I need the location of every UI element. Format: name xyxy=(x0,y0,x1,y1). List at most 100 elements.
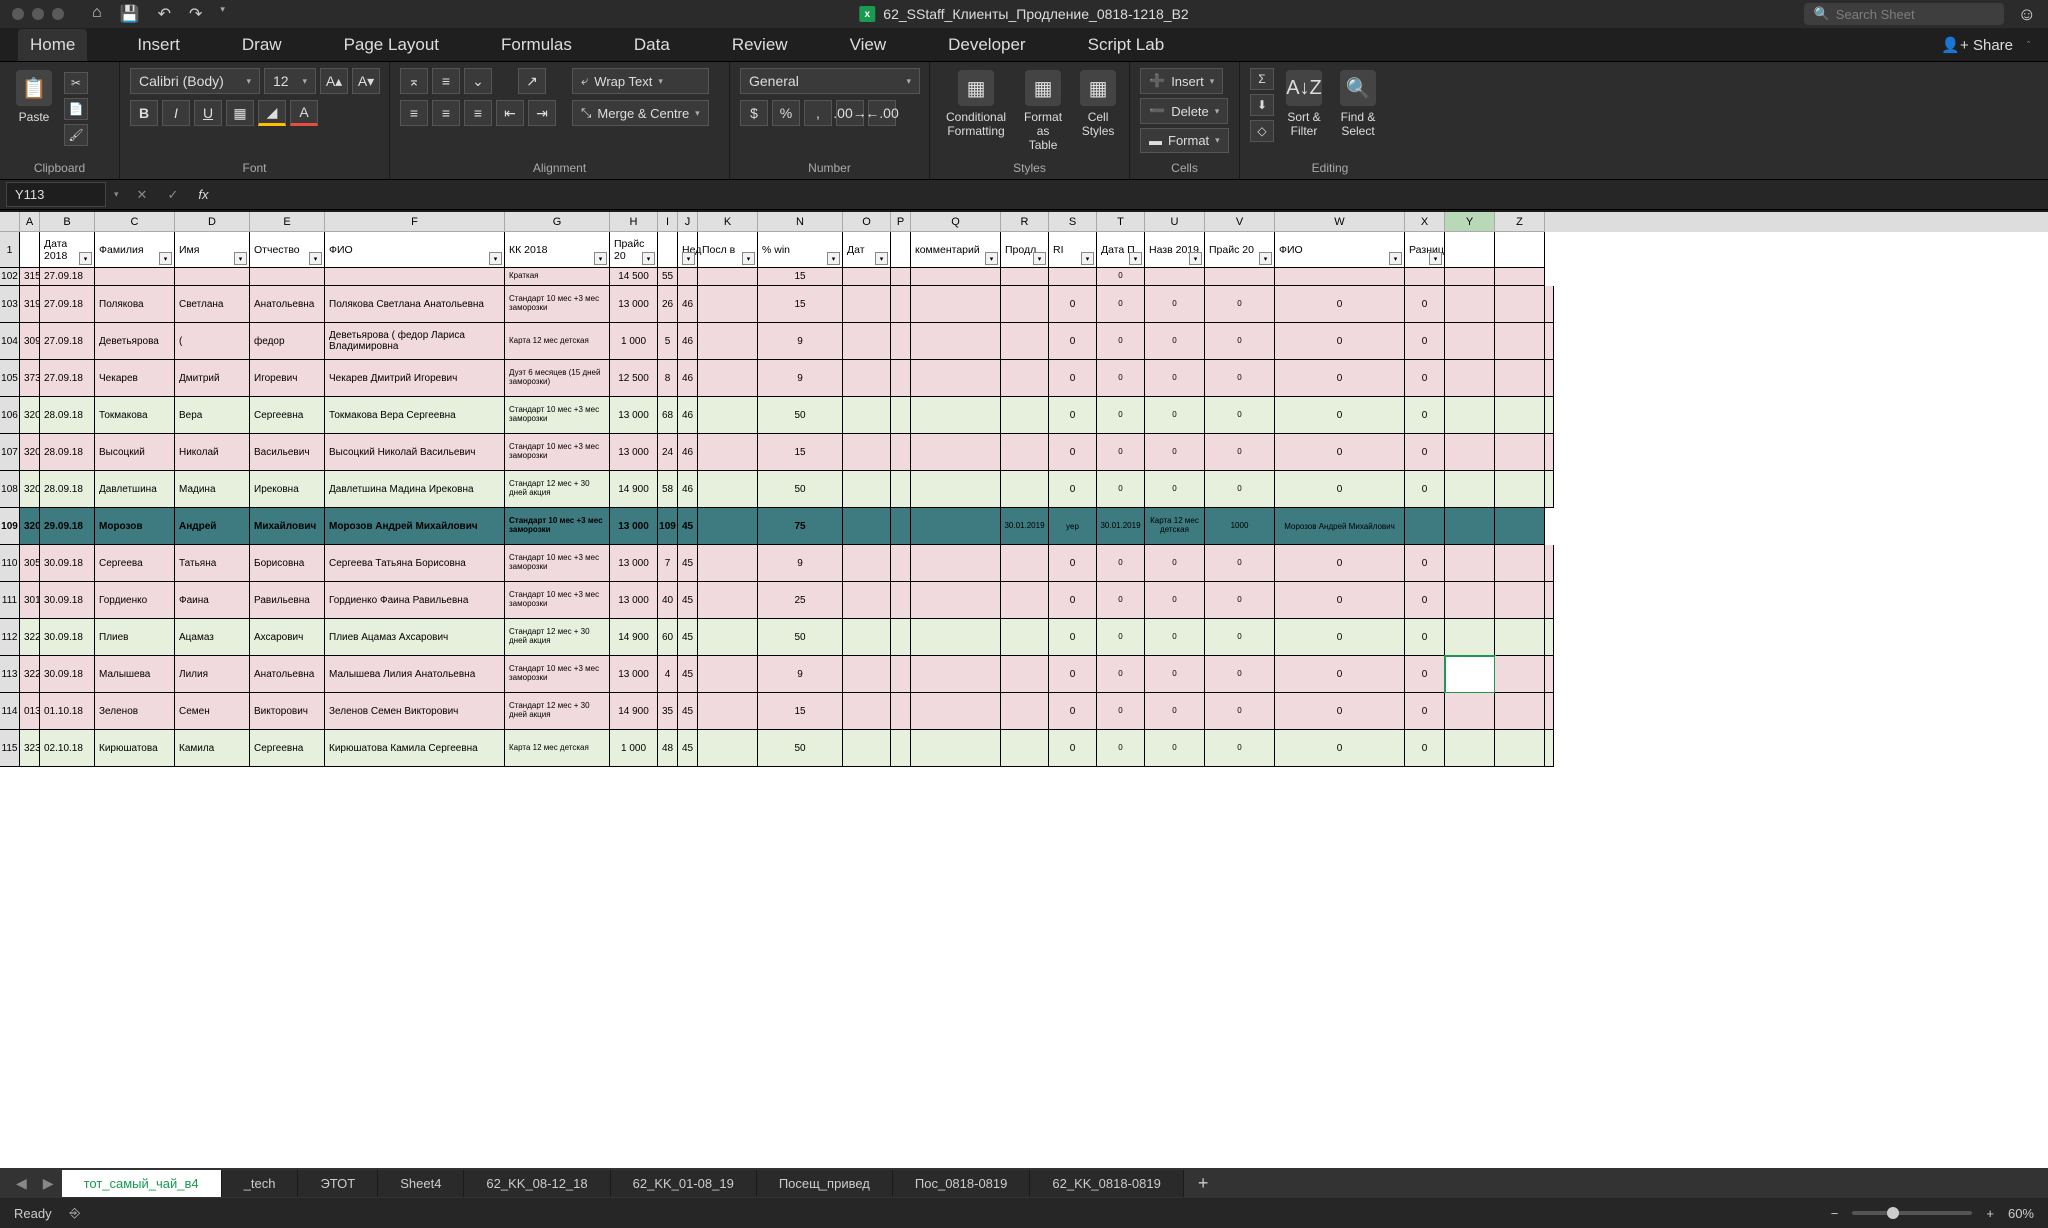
indent-right-icon[interactable]: ⇥ xyxy=(528,100,556,126)
cell[interactable]: 0 xyxy=(1275,730,1405,767)
font-color-button[interactable]: A xyxy=(290,100,318,126)
cut-icon[interactable]: ✂ xyxy=(64,72,88,94)
cell[interactable]: 3200 xyxy=(20,397,40,434)
cell[interactable]: Сергеева xyxy=(95,545,175,582)
cell[interactable]: Ирековна xyxy=(250,471,325,508)
cell[interactable] xyxy=(1001,730,1049,767)
cell[interactable]: 46 xyxy=(678,360,698,397)
filter-dropdown-icon[interactable]: ▾ xyxy=(79,252,92,265)
cell[interactable]: федор xyxy=(250,323,325,360)
cell[interactable]: 13 000 xyxy=(610,582,658,619)
cell[interactable]: 50 xyxy=(758,619,843,656)
cell[interactable] xyxy=(843,471,891,508)
find-select-button[interactable]: 🔍Find & Select xyxy=(1334,68,1382,140)
redo-icon[interactable]: ↷ xyxy=(189,4,202,24)
cell[interactable]: 5 xyxy=(658,323,678,360)
cell[interactable]: 0 xyxy=(1275,434,1405,471)
cell[interactable]: 7 xyxy=(658,545,678,582)
cell[interactable]: Мадина xyxy=(175,471,250,508)
cell[interactable]: Лилия xyxy=(175,656,250,693)
cell[interactable] xyxy=(678,268,698,286)
cell[interactable]: 14 900 xyxy=(610,471,658,508)
cell[interactable] xyxy=(1405,508,1445,545)
table-row[interactable]: 106320028.09.18ТокмаковаВераСергеевнаТок… xyxy=(0,397,2048,434)
cell[interactable]: Анатольевна xyxy=(250,656,325,693)
cell[interactable]: 0 xyxy=(1205,582,1275,619)
cell[interactable] xyxy=(698,434,758,471)
filter-header[interactable] xyxy=(1445,232,1495,268)
cell[interactable] xyxy=(911,360,1001,397)
cell[interactable]: 45 xyxy=(678,693,698,730)
cell[interactable]: 0 xyxy=(1405,360,1445,397)
cell[interactable] xyxy=(891,693,911,730)
cell[interactable]: 0 xyxy=(1049,286,1097,323)
cell[interactable] xyxy=(843,286,891,323)
cell[interactable] xyxy=(698,693,758,730)
col-header[interactable]: B xyxy=(40,212,95,232)
filter-header[interactable]: Нед▾ xyxy=(678,232,698,268)
indent-left-icon[interactable]: ⇤ xyxy=(496,100,524,126)
worksheet-tab[interactable]: _tech xyxy=(222,1170,299,1197)
cell[interactable]: Стандарт 10 мес +3 мес заморозки xyxy=(505,545,610,582)
cell[interactable]: 0 xyxy=(1049,434,1097,471)
tab-insert[interactable]: Insert xyxy=(125,29,192,61)
cell[interactable]: Карта 12 мес детская xyxy=(505,730,610,767)
cell[interactable] xyxy=(698,545,758,582)
cell[interactable] xyxy=(1545,619,1554,656)
cell[interactable] xyxy=(1445,323,1495,360)
cell[interactable]: Морозов xyxy=(95,508,175,545)
filter-header[interactable]: 1 xyxy=(0,232,20,268)
filter-dropdown-icon[interactable]: ▾ xyxy=(309,252,322,265)
filter-header[interactable]: ФИО▾ xyxy=(325,232,505,268)
font-size-select[interactable]: 12▾ xyxy=(264,68,316,94)
cell[interactable] xyxy=(911,397,1001,434)
cell[interactable] xyxy=(698,323,758,360)
home-icon[interactable]: ⌂ xyxy=(92,4,102,24)
cell[interactable]: 0 xyxy=(1275,656,1405,693)
filter-dropdown-icon[interactable]: ▾ xyxy=(1129,252,1142,265)
cell[interactable]: Стандарт 10 мес +3 мес заморозки xyxy=(505,434,610,471)
cell[interactable] xyxy=(1445,582,1495,619)
cell[interactable]: 0 xyxy=(1049,730,1097,767)
cell[interactable]: Стандарт 12 мес + 30 дней акция xyxy=(505,471,610,508)
filter-dropdown-icon[interactable]: ▾ xyxy=(1189,252,1202,265)
row-header[interactable]: 115 xyxy=(0,730,20,767)
worksheet-tab[interactable]: 62_KK_0818-0819 xyxy=(1030,1170,1183,1197)
confirm-formula-icon[interactable]: ✓ xyxy=(157,187,188,203)
cell[interactable] xyxy=(843,434,891,471)
cell[interactable]: 0 xyxy=(1405,582,1445,619)
bold-button[interactable]: B xyxy=(130,100,158,126)
cell[interactable]: 55 xyxy=(658,268,678,286)
add-sheet-button[interactable]: + xyxy=(1184,1169,1223,1198)
cell[interactable]: 0 xyxy=(1275,582,1405,619)
filter-header[interactable]: Разниц▾ xyxy=(1405,232,1445,268)
filter-header[interactable]: КК 2018▾ xyxy=(505,232,610,268)
cell[interactable]: 01.10.18 xyxy=(40,693,95,730)
cell[interactable] xyxy=(843,508,891,545)
fill-icon[interactable]: ⬇ xyxy=(1250,94,1274,116)
cell[interactable]: Деветьярова ( федор Лариса Владимировна xyxy=(325,323,505,360)
cell[interactable] xyxy=(911,730,1001,767)
cell[interactable]: 0 xyxy=(1205,434,1275,471)
cell[interactable]: Ацамаз xyxy=(175,619,250,656)
table-row[interactable]: 115323502.10.18КирюшатоваКамилаСергеевна… xyxy=(0,730,2048,767)
cell[interactable] xyxy=(1205,268,1275,286)
col-header[interactable]: A xyxy=(20,212,40,232)
currency-icon[interactable]: $ xyxy=(740,100,768,126)
col-header[interactable]: Z xyxy=(1495,212,1545,232)
cell[interactable]: 27.09.18 xyxy=(40,286,95,323)
cell[interactable] xyxy=(891,268,911,286)
row-header[interactable]: 103 xyxy=(0,286,20,323)
cell[interactable] xyxy=(891,582,911,619)
row-header[interactable]: 114 xyxy=(0,693,20,730)
minimize-icon[interactable] xyxy=(32,8,44,20)
cell[interactable] xyxy=(891,508,911,545)
paste-button[interactable]: 📋 Paste xyxy=(10,68,58,126)
filter-header[interactable] xyxy=(891,232,911,268)
row-header[interactable]: 104 xyxy=(0,323,20,360)
col-header[interactable]: F xyxy=(325,212,505,232)
merge-centre-button[interactable]: ⤡ Merge & Centre ▾ xyxy=(572,100,709,126)
cell[interactable]: 9 xyxy=(758,360,843,397)
cell[interactable]: Викторович xyxy=(250,693,325,730)
cell[interactable] xyxy=(1495,360,1545,397)
